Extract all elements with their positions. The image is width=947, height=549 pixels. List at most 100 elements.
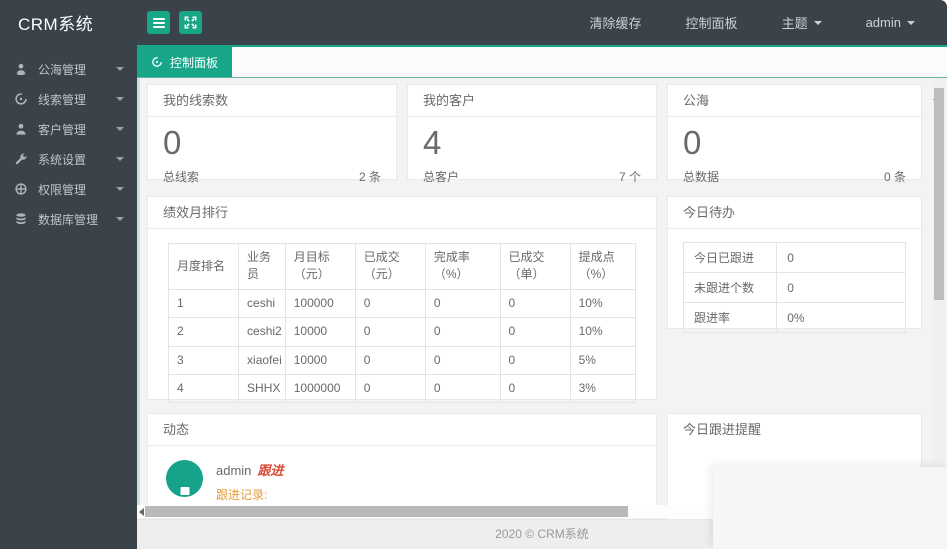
sidebar-item-label: 权限管理 — [38, 182, 87, 197]
table-cell: 1 — [167, 288, 240, 319]
caret-down-icon — [116, 67, 124, 71]
tab-bar: 控制面板 — [137, 45, 947, 78]
sidebar-item-label: 客户管理 — [38, 122, 87, 137]
table-cell: 10% — [569, 317, 637, 347]
column-header: 月度排名 — [167, 243, 240, 290]
table-cell: 0 — [424, 288, 501, 319]
column-header: 业务员 — [238, 243, 286, 290]
table-cell: 2 — [167, 317, 240, 347]
activity-record-label: 跟进记录: — [216, 488, 268, 502]
stat-metric: 7 个 — [618, 169, 641, 184]
table-row: 1 ceshi 100000 0 0 0 10% — [167, 288, 637, 319]
table-cell: 跟进率 — [682, 302, 778, 333]
table-cell: 0 — [499, 317, 571, 347]
sidebar-item-public-sea[interactable]: 公海管理 — [0, 54, 137, 84]
caret-down-icon — [813, 20, 822, 25]
globe-icon — [13, 181, 29, 197]
horizontal-scrollbar[interactable] — [137, 505, 712, 518]
column-header: 月目标 （元） — [284, 243, 356, 290]
table-cell: 1000000 — [284, 373, 356, 404]
theme-dropdown[interactable]: 主题 — [782, 13, 822, 32]
column-header: 已成交 （元） — [354, 243, 426, 290]
activity-panel: 动态 admin跟进 跟进记录: 跟进时间：2021-07-07 16:46:1… — [147, 413, 657, 506]
sidebar-item-label: 系统设置 — [38, 152, 87, 167]
sidebar-item-permissions[interactable]: 权限管理 — [0, 174, 137, 204]
table-row: 今日已跟进 0 — [682, 242, 906, 273]
table-cell: SHHX — [238, 373, 286, 404]
table-cell: 0 — [776, 242, 906, 273]
performance-panel: 绩效月排行 月度排名 业务员 月目标 （元） 已成交 （元） 完成率 （%） 已成交 （单… — [147, 196, 657, 404]
tab-control-panel[interactable]: 控制面板 — [137, 47, 233, 77]
navbar-right: 清除缓存 控制面板 主题 admin — [590, 13, 947, 32]
table-row: 跟进率 0% — [682, 302, 906, 333]
vertical-scrollbar[interactable] — [933, 78, 945, 467]
panel-title: 今日跟进提醒 — [683, 422, 762, 437]
menu-icon — [152, 17, 165, 28]
user-dropdown-label: admin — [865, 15, 901, 30]
table-cell: 10000 — [284, 345, 356, 375]
scroll-left-icon[interactable] — [139, 507, 144, 516]
column-header: 提成点 （%） — [569, 243, 637, 290]
activity-action-link[interactable]: 跟进 — [257, 463, 283, 478]
table-row: 2 ceshi2 10000 0 0 0 10% — [167, 317, 637, 347]
table-row: 4 SHHX 1000000 0 0 0 3% — [167, 373, 637, 404]
caret-down-icon — [116, 127, 124, 131]
activity-user: admin — [216, 463, 252, 478]
sidebar-item-label: 数据库管理 — [38, 212, 99, 227]
vertical-scrollbar-thumb[interactable] — [934, 88, 944, 300]
sidebar-item-label: 公海管理 — [38, 62, 87, 77]
sidebar-item-label: 线索管理 — [38, 92, 87, 107]
table-cell: 未跟进个数 — [682, 272, 778, 303]
todo-table: 今日已跟进 0 未跟进个数 0 跟进率 0% — [682, 242, 906, 333]
sidebar-item-leads[interactable]: 线索管理 — [0, 84, 137, 114]
database-icon — [13, 211, 29, 227]
sidebar-item-settings[interactable]: 系统设置 — [0, 144, 137, 174]
tab-label: 控制面板 — [170, 55, 219, 70]
table-header-row: 月度排名 业务员 月目标 （元） 已成交 （元） 完成率 （%） 已成交 （单） 提成点 （… — [167, 243, 637, 290]
control-panel-link[interactable]: 控制面板 — [686, 13, 738, 32]
panel-title: 今日待办 — [668, 197, 921, 229]
stat-card-leads: 我的线索数 0 总线索 2 条 — [147, 84, 397, 184]
table-cell: 0 — [354, 373, 426, 404]
table-cell: xiaofei — [238, 345, 286, 375]
stat-value: 4 — [423, 124, 442, 161]
table-cell: 0 — [499, 288, 571, 319]
sidebar-toggle-button[interactable] — [147, 11, 170, 34]
fullscreen-button[interactable] — [179, 11, 202, 34]
table-cell: 3% — [569, 373, 637, 404]
table-cell: 4 — [167, 373, 240, 404]
crm-dashboard: CRM系统 清除缓存 控制面板 主题 admin 公海管理 线索管理 客户管理 … — [0, 0, 947, 549]
table-cell: 3 — [167, 345, 240, 375]
fullscreen-icon — [184, 16, 197, 29]
clear-cache-link[interactable]: 清除缓存 — [590, 13, 642, 32]
stat-value: 0 — [683, 124, 702, 161]
todo-panel: 今日待办 今日已跟进 0 未跟进个数 0 跟进率 0% — [667, 196, 922, 333]
table-cell: 100000 — [284, 288, 356, 319]
table-cell: ceshi2 — [238, 317, 286, 347]
table-cell: 0 — [354, 317, 426, 347]
performance-table: 月度排名 业务员 月目标 （元） 已成交 （元） 完成率 （%） 已成交 （单） 提成点 （… — [167, 243, 637, 404]
top-navbar: CRM系统 清除缓存 控制面板 主题 admin — [0, 0, 947, 45]
dashboard-icon — [151, 56, 163, 68]
table-row: 未跟进个数 0 — [682, 272, 906, 303]
panel-title: 动态 — [148, 414, 656, 446]
table-cell: 0% — [776, 302, 906, 333]
stat-label: 总客户 — [423, 169, 460, 184]
sidebar-item-database[interactable]: 数据库管理 — [0, 204, 137, 234]
stat-metric: 2 条 — [358, 169, 381, 184]
sidebar-item-customers[interactable]: 客户管理 — [0, 114, 137, 144]
user-dropdown[interactable]: admin — [866, 15, 915, 30]
card-title: 我的线索数 — [148, 85, 396, 117]
empty-popup-overlay — [713, 467, 947, 549]
navbar-tools — [147, 11, 202, 34]
horizontal-scrollbar-thumb[interactable] — [145, 506, 628, 517]
compass-icon — [13, 91, 29, 107]
table-cell: ceshi — [238, 288, 286, 319]
stat-label: 总线索 — [163, 169, 200, 184]
table-cell: 0 — [354, 345, 426, 375]
app-logo: CRM系统 — [18, 15, 94, 34]
table-row: 3 xiaofei 10000 0 0 0 5% — [167, 345, 637, 375]
table-cell: 0 — [424, 373, 501, 404]
table-cell: 今日已跟进 — [682, 242, 778, 273]
theme-dropdown-label: 主题 — [781, 16, 808, 31]
